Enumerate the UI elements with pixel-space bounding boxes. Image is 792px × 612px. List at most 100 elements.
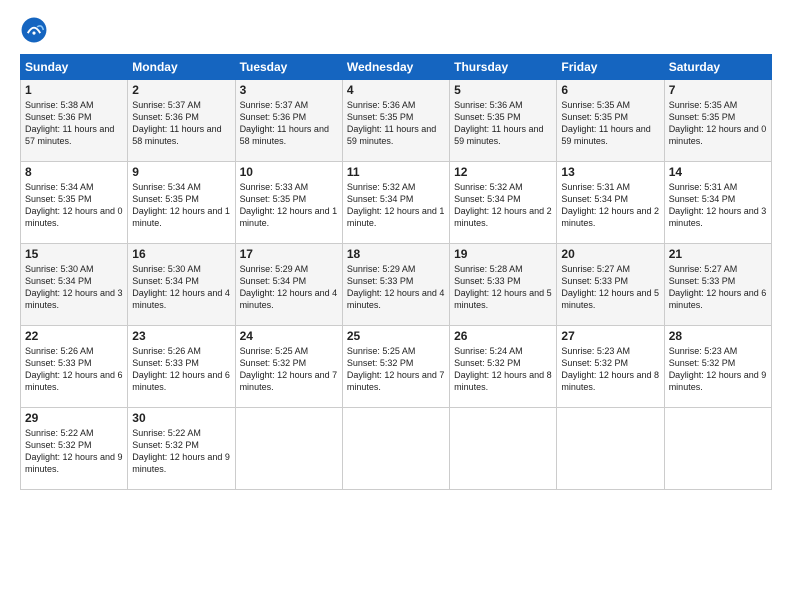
- day-cell: [235, 408, 342, 490]
- day-number: 26: [454, 329, 552, 343]
- day-cell: 6 Sunrise: 5:35 AMSunset: 5:35 PMDayligh…: [557, 80, 664, 162]
- day-number: 17: [240, 247, 338, 261]
- cell-info: Sunrise: 5:27 AMSunset: 5:33 PMDaylight:…: [561, 263, 659, 312]
- cell-info: Sunrise: 5:29 AMSunset: 5:34 PMDaylight:…: [240, 263, 338, 312]
- cell-info: Sunrise: 5:33 AMSunset: 5:35 PMDaylight:…: [240, 181, 338, 230]
- day-number: 16: [132, 247, 230, 261]
- day-number: 3: [240, 83, 338, 97]
- cell-info: Sunrise: 5:31 AMSunset: 5:34 PMDaylight:…: [669, 181, 767, 230]
- week-row-1: 1 Sunrise: 5:38 AMSunset: 5:36 PMDayligh…: [21, 80, 772, 162]
- week-row-3: 15 Sunrise: 5:30 AMSunset: 5:34 PMDaylig…: [21, 244, 772, 326]
- day-cell: 16 Sunrise: 5:30 AMSunset: 5:34 PMDaylig…: [128, 244, 235, 326]
- day-number: 21: [669, 247, 767, 261]
- week-row-4: 22 Sunrise: 5:26 AMSunset: 5:33 PMDaylig…: [21, 326, 772, 408]
- cell-info: Sunrise: 5:38 AMSunset: 5:36 PMDaylight:…: [25, 99, 123, 148]
- day-number: 1: [25, 83, 123, 97]
- cell-info: Sunrise: 5:26 AMSunset: 5:33 PMDaylight:…: [132, 345, 230, 394]
- day-number: 6: [561, 83, 659, 97]
- day-number: 18: [347, 247, 445, 261]
- cell-info: Sunrise: 5:30 AMSunset: 5:34 PMDaylight:…: [132, 263, 230, 312]
- cell-info: Sunrise: 5:24 AMSunset: 5:32 PMDaylight:…: [454, 345, 552, 394]
- cell-info: Sunrise: 5:23 AMSunset: 5:32 PMDaylight:…: [669, 345, 767, 394]
- cell-info: Sunrise: 5:29 AMSunset: 5:33 PMDaylight:…: [347, 263, 445, 312]
- day-cell: 5 Sunrise: 5:36 AMSunset: 5:35 PMDayligh…: [450, 80, 557, 162]
- day-number: 4: [347, 83, 445, 97]
- day-number: 24: [240, 329, 338, 343]
- calendar-table: SundayMondayTuesdayWednesdayThursdayFrid…: [20, 54, 772, 490]
- cell-info: Sunrise: 5:35 AMSunset: 5:35 PMDaylight:…: [561, 99, 659, 148]
- day-cell: [557, 408, 664, 490]
- col-header-tuesday: Tuesday: [235, 55, 342, 80]
- col-header-wednesday: Wednesday: [342, 55, 449, 80]
- day-number: 19: [454, 247, 552, 261]
- day-number: 30: [132, 411, 230, 425]
- day-number: 7: [669, 83, 767, 97]
- day-cell: 26 Sunrise: 5:24 AMSunset: 5:32 PMDaylig…: [450, 326, 557, 408]
- day-cell: 12 Sunrise: 5:32 AMSunset: 5:34 PMDaylig…: [450, 162, 557, 244]
- day-number: 13: [561, 165, 659, 179]
- page: SundayMondayTuesdayWednesdayThursdayFrid…: [0, 0, 792, 612]
- day-cell: 1 Sunrise: 5:38 AMSunset: 5:36 PMDayligh…: [21, 80, 128, 162]
- day-cell: 2 Sunrise: 5:37 AMSunset: 5:36 PMDayligh…: [128, 80, 235, 162]
- day-cell: 21 Sunrise: 5:27 AMSunset: 5:33 PMDaylig…: [664, 244, 771, 326]
- cell-info: Sunrise: 5:26 AMSunset: 5:33 PMDaylight:…: [25, 345, 123, 394]
- header: [20, 16, 772, 44]
- day-cell: 22 Sunrise: 5:26 AMSunset: 5:33 PMDaylig…: [21, 326, 128, 408]
- day-number: 15: [25, 247, 123, 261]
- day-cell: 27 Sunrise: 5:23 AMSunset: 5:32 PMDaylig…: [557, 326, 664, 408]
- day-number: 20: [561, 247, 659, 261]
- cell-info: Sunrise: 5:27 AMSunset: 5:33 PMDaylight:…: [669, 263, 767, 312]
- day-cell: 20 Sunrise: 5:27 AMSunset: 5:33 PMDaylig…: [557, 244, 664, 326]
- day-number: 22: [25, 329, 123, 343]
- day-cell: 3 Sunrise: 5:37 AMSunset: 5:36 PMDayligh…: [235, 80, 342, 162]
- cell-info: Sunrise: 5:37 AMSunset: 5:36 PMDaylight:…: [240, 99, 338, 148]
- day-number: 27: [561, 329, 659, 343]
- day-cell: 9 Sunrise: 5:34 AMSunset: 5:35 PMDayligh…: [128, 162, 235, 244]
- day-number: 9: [132, 165, 230, 179]
- cell-info: Sunrise: 5:35 AMSunset: 5:35 PMDaylight:…: [669, 99, 767, 148]
- cell-info: Sunrise: 5:37 AMSunset: 5:36 PMDaylight:…: [132, 99, 230, 148]
- day-cell: 19 Sunrise: 5:28 AMSunset: 5:33 PMDaylig…: [450, 244, 557, 326]
- col-header-saturday: Saturday: [664, 55, 771, 80]
- cell-info: Sunrise: 5:31 AMSunset: 5:34 PMDaylight:…: [561, 181, 659, 230]
- cell-info: Sunrise: 5:36 AMSunset: 5:35 PMDaylight:…: [454, 99, 552, 148]
- day-cell: 23 Sunrise: 5:26 AMSunset: 5:33 PMDaylig…: [128, 326, 235, 408]
- day-cell: 28 Sunrise: 5:23 AMSunset: 5:32 PMDaylig…: [664, 326, 771, 408]
- col-header-monday: Monday: [128, 55, 235, 80]
- day-cell: 15 Sunrise: 5:30 AMSunset: 5:34 PMDaylig…: [21, 244, 128, 326]
- day-cell: 4 Sunrise: 5:36 AMSunset: 5:35 PMDayligh…: [342, 80, 449, 162]
- day-number: 14: [669, 165, 767, 179]
- day-number: 12: [454, 165, 552, 179]
- day-cell: [342, 408, 449, 490]
- day-number: 28: [669, 329, 767, 343]
- cell-info: Sunrise: 5:32 AMSunset: 5:34 PMDaylight:…: [347, 181, 445, 230]
- day-cell: 14 Sunrise: 5:31 AMSunset: 5:34 PMDaylig…: [664, 162, 771, 244]
- day-number: 29: [25, 411, 123, 425]
- day-cell: 13 Sunrise: 5:31 AMSunset: 5:34 PMDaylig…: [557, 162, 664, 244]
- col-header-thursday: Thursday: [450, 55, 557, 80]
- day-cell: 11 Sunrise: 5:32 AMSunset: 5:34 PMDaylig…: [342, 162, 449, 244]
- day-cell: 24 Sunrise: 5:25 AMSunset: 5:32 PMDaylig…: [235, 326, 342, 408]
- cell-info: Sunrise: 5:22 AMSunset: 5:32 PMDaylight:…: [132, 427, 230, 476]
- day-number: 5: [454, 83, 552, 97]
- day-cell: 25 Sunrise: 5:25 AMSunset: 5:32 PMDaylig…: [342, 326, 449, 408]
- day-number: 2: [132, 83, 230, 97]
- week-row-5: 29 Sunrise: 5:22 AMSunset: 5:32 PMDaylig…: [21, 408, 772, 490]
- cell-info: Sunrise: 5:23 AMSunset: 5:32 PMDaylight:…: [561, 345, 659, 394]
- header-row: SundayMondayTuesdayWednesdayThursdayFrid…: [21, 55, 772, 80]
- logo-icon: [20, 16, 48, 44]
- day-number: 25: [347, 329, 445, 343]
- day-cell: 8 Sunrise: 5:34 AMSunset: 5:35 PMDayligh…: [21, 162, 128, 244]
- cell-info: Sunrise: 5:30 AMSunset: 5:34 PMDaylight:…: [25, 263, 123, 312]
- day-cell: 7 Sunrise: 5:35 AMSunset: 5:35 PMDayligh…: [664, 80, 771, 162]
- col-header-sunday: Sunday: [21, 55, 128, 80]
- cell-info: Sunrise: 5:25 AMSunset: 5:32 PMDaylight:…: [347, 345, 445, 394]
- day-number: 8: [25, 165, 123, 179]
- cell-info: Sunrise: 5:22 AMSunset: 5:32 PMDaylight:…: [25, 427, 123, 476]
- day-number: 11: [347, 165, 445, 179]
- day-cell: [450, 408, 557, 490]
- logo: [20, 16, 52, 44]
- day-number: 23: [132, 329, 230, 343]
- cell-info: Sunrise: 5:36 AMSunset: 5:35 PMDaylight:…: [347, 99, 445, 148]
- cell-info: Sunrise: 5:28 AMSunset: 5:33 PMDaylight:…: [454, 263, 552, 312]
